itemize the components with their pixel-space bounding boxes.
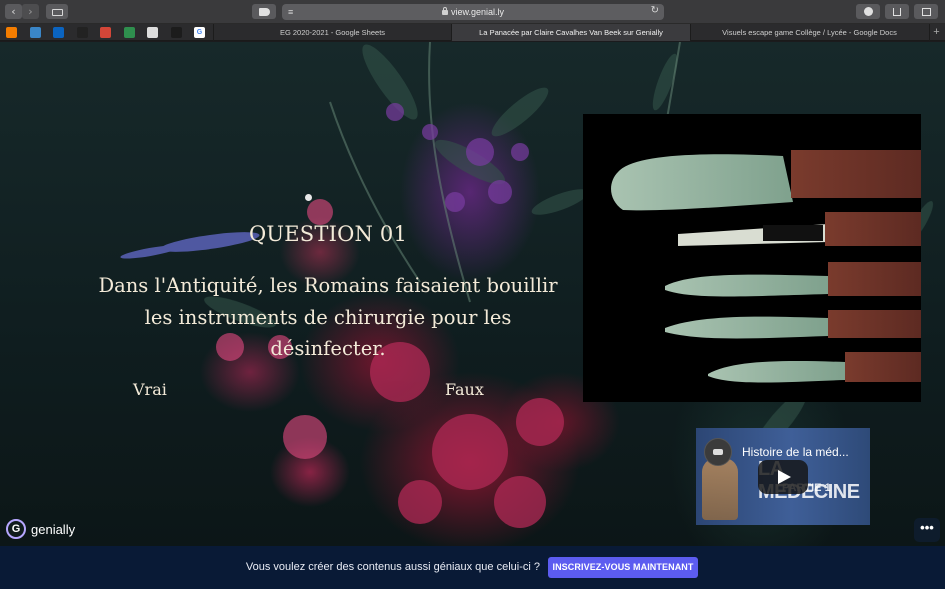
instruments-illustration — [611, 150, 921, 383]
tab-label: EG 2020-2021 - Google Sheets — [279, 28, 386, 37]
blogger-icon[interactable] — [6, 27, 17, 38]
google-drive-icon[interactable] — [123, 27, 135, 38]
question-title: QUESTION 01 — [248, 222, 408, 246]
chevron-left-icon: ‹ — [11, 5, 16, 18]
answer-true-button[interactable]: Vrai — [133, 380, 167, 399]
video-thumbnail-figure — [702, 458, 738, 520]
question-line: désinfecter. — [270, 337, 386, 360]
outlook-icon[interactable] — [53, 27, 64, 38]
share-icon — [893, 8, 901, 16]
pix-icon[interactable] — [76, 27, 88, 38]
tab-google-sheets[interactable]: EG 2020-2021 - Google Sheets — [213, 24, 451, 41]
answer-false-button[interactable]: Faux — [445, 380, 484, 399]
genially-slide: QUESTION 01 Dans l'Antiquité, les Romain… — [0, 42, 945, 546]
question-line: les instruments de chirurgie pour les — [144, 305, 512, 329]
address-bar[interactable]: ≡ view.genial.ly ↻ — [282, 4, 664, 20]
question-line: Dans l'Antiquité, les Romains faisaient … — [98, 274, 558, 297]
tabs-icon — [921, 8, 931, 16]
chevron-right-icon: › — [28, 5, 33, 18]
more-options-button[interactable]: ••• — [914, 518, 940, 542]
sidebar-toggle-button[interactable] — [46, 4, 68, 19]
signup-banner: Vous voulez créer des contenus aussi gén… — [0, 546, 945, 589]
forward-button[interactable]: › — [22, 4, 39, 19]
tag-icon — [258, 8, 270, 16]
bookmark-icon[interactable] — [147, 27, 158, 38]
genially-logo[interactable]: G genially — [6, 518, 75, 540]
tab-label: La Panacée par Claire Cavalhes Van Beek … — [479, 28, 663, 37]
signup-button[interactable]: INSCRIVEZ-VOUS MAINTENANT — [548, 557, 698, 578]
new-tab-button[interactable]: + — [929, 24, 943, 41]
twitter-icon[interactable] — [29, 27, 41, 38]
lock-icon — [441, 7, 448, 15]
banner-message: Vous voulez créer des contenus aussi gén… — [245, 561, 540, 573]
sidebar-icon — [51, 9, 63, 16]
surgical-instruments-image — [583, 114, 921, 402]
video-embed[interactable]: LA MÉDECINE PARTIE 1 Histoire de la méd.… — [696, 428, 870, 525]
tab-label: Visuels escape game Collège / Lycée - Go… — [722, 28, 897, 37]
dark-square-icon[interactable] — [170, 27, 182, 38]
reload-icon[interactable]: ↻ — [651, 5, 659, 16]
video-title[interactable]: Histoire de la méd... — [742, 445, 849, 459]
play-button-icon[interactable] — [758, 460, 808, 494]
downloads-button[interactable] — [856, 4, 880, 19]
tab-bar: G EG 2020-2021 - Google Sheets La Panacé… — [0, 24, 945, 41]
url-text: view.genial.ly — [450, 7, 505, 17]
browser-toolbar: ‹ › ≡ view.genial.ly ↻ — [0, 0, 945, 24]
slide-dot — [305, 194, 312, 201]
question-text: Dans l'Antiquité, les Romains faisaient … — [82, 270, 574, 365]
tag-extension-button[interactable] — [252, 4, 276, 19]
tab-google-docs[interactable]: Visuels escape game Collège / Lycée - Go… — [690, 24, 928, 41]
download-icon — [863, 7, 873, 16]
genially-name: genially — [31, 521, 76, 537]
gmail-icon[interactable] — [100, 27, 111, 38]
genially-g-icon: G — [6, 519, 26, 539]
tab-genially[interactable]: La Panacée par Claire Cavalhes Van Beek … — [451, 24, 690, 41]
google-icon[interactable]: G — [194, 27, 205, 38]
channel-avatar-icon[interactable] — [704, 438, 732, 466]
share-button[interactable] — [885, 4, 909, 19]
back-button[interactable]: ‹ — [5, 4, 22, 19]
tabs-overview-button[interactable] — [914, 4, 938, 19]
